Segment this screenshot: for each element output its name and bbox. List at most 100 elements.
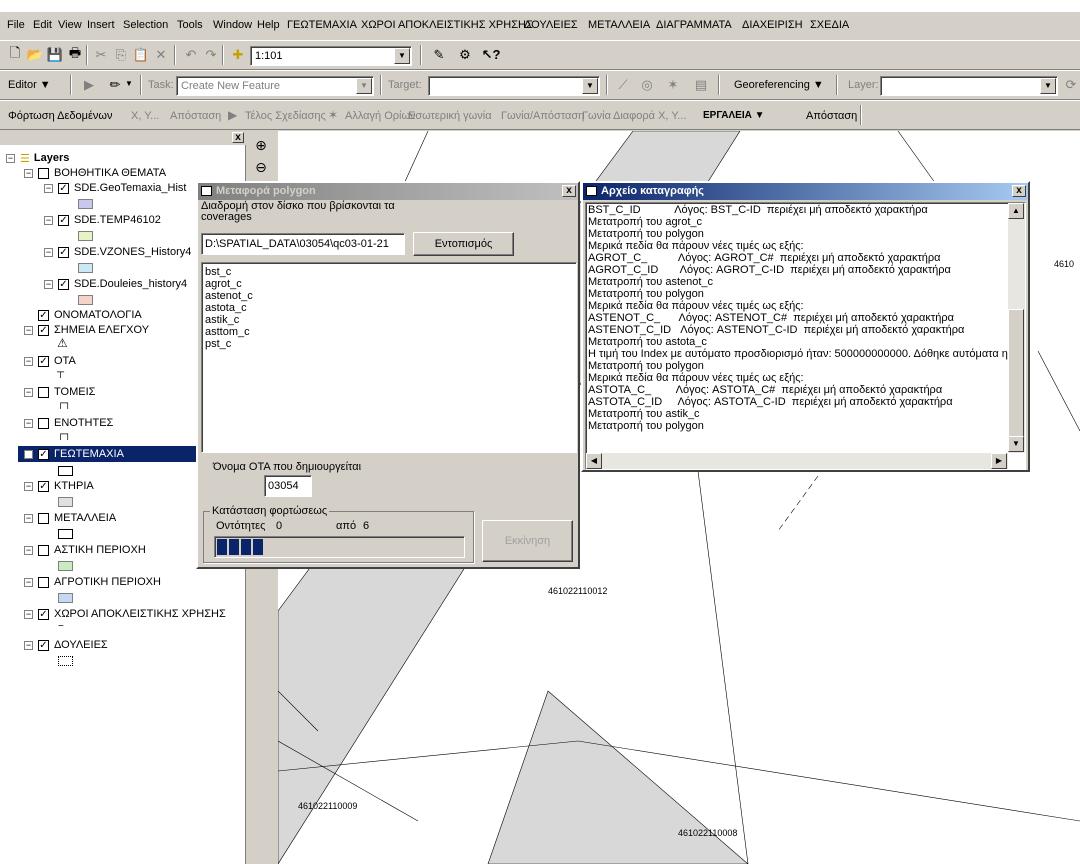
collapse-icon[interactable]: − xyxy=(6,153,15,163)
toc-item-ktiria[interactable]: − ✓ ΚΤΗΡΙΑ xyxy=(24,478,94,494)
toc-item-xoroi[interactable]: − ✓ ΧΩΡΟΙ ΑΠΟΚΛΕΙΣΤΙΚΗΣ ΧΡΗΣΗΣ xyxy=(24,606,226,622)
undo-icon[interactable]: ↶ xyxy=(182,46,200,64)
toc-item-agrotiki-perioxi[interactable]: − ΑΓΡΟΤΙΚΗ ΠΕΡΙΟΧΗ xyxy=(24,574,161,590)
toc-item-vzones[interactable]: − ✓ SDE.VZONES_History4 xyxy=(44,244,191,260)
close-button[interactable]: x xyxy=(562,185,576,197)
layer-combo[interactable]: ▼ xyxy=(880,76,1058,96)
layer-checkbox[interactable] xyxy=(38,576,49,588)
xy-button[interactable]: X, Y... xyxy=(131,110,159,122)
menu-insert[interactable]: Insert xyxy=(87,19,115,31)
layer-checkbox[interactable]: ✓ xyxy=(58,246,69,258)
menu-diagrammata[interactable]: ΔΙΑΓΡΑΜΜΑΤΑ xyxy=(656,19,732,31)
scroll-left-icon[interactable]: ◀ xyxy=(586,453,602,469)
add-data-icon[interactable]: ✚ xyxy=(229,46,247,64)
menu-tools[interactable]: Tools xyxy=(177,19,203,31)
toc-item-astiki-perioxi[interactable]: − ΑΣΤΙΚΗ ΠΕΡΙΟΧΗ xyxy=(24,542,146,558)
menu-window[interactable]: Window xyxy=(213,19,252,31)
collapse-icon[interactable]: − xyxy=(24,418,33,428)
arctoolbox-icon[interactable]: ⚙ xyxy=(456,46,474,64)
toc-item-simeia-elegxou[interactable]: − ✓ ΣΗΜΕΙΑ ΕΛΕΓΧΟΥ xyxy=(24,322,149,338)
layer-checkbox[interactable] xyxy=(38,512,49,524)
edit-tool-icon[interactable]: ▶ xyxy=(80,76,98,94)
layer-checkbox[interactable]: ✓ xyxy=(38,324,49,336)
toc-item-douleies-history[interactable]: − ✓ SDE.Douleies_history4 xyxy=(44,276,187,292)
layer-checkbox[interactable] xyxy=(38,386,49,398)
layer-checkbox[interactable]: ✓ xyxy=(38,448,49,460)
layer-checkbox[interactable]: ✓ xyxy=(58,278,69,290)
sketch-tool-icon[interactable]: ✏ xyxy=(106,76,124,94)
save-icon[interactable]: 💾 xyxy=(46,46,64,64)
dialog-title-bar[interactable]: Μεταφορά polygon x xyxy=(198,183,578,200)
paste-icon[interactable]: 📋 xyxy=(132,46,150,64)
toc-item-temp46102[interactable]: − ✓ SDE.TEMP46102 xyxy=(44,212,161,228)
distance-button[interactable]: Απόσταση xyxy=(170,110,221,122)
collapse-icon[interactable]: − xyxy=(44,247,53,257)
collapse-icon[interactable]: − xyxy=(24,387,33,397)
open-folder-icon[interactable]: 📂 xyxy=(26,46,44,64)
path-input[interactable]: D:\SPATIAL_DATA\03054\qc03-01-21 xyxy=(201,233,405,255)
menu-geotemaxia[interactable]: ΓΕΩΤΕΜΑΧΙΑ xyxy=(287,19,357,31)
map-scale-combo[interactable]: 1:101 ▼ xyxy=(250,46,412,66)
editor-toolbar-icon[interactable]: ✎ xyxy=(430,46,448,64)
layer-checkbox[interactable]: ✓ xyxy=(38,355,49,367)
circle-tool-icon[interactable]: ◎ xyxy=(638,76,656,94)
chevron-down-icon[interactable]: ▼ xyxy=(394,48,410,64)
toc-item-douleies[interactable]: − ✓ ΔΟΥΛΕΙΕΣ xyxy=(24,637,108,653)
cut-icon[interactable]: ✂ xyxy=(92,46,110,64)
collapse-icon[interactable]: − xyxy=(44,183,53,193)
task-combo[interactable]: Create New Feature ▼ xyxy=(176,76,374,96)
list-item[interactable]: asttom_c xyxy=(202,326,576,338)
layer-checkbox[interactable] xyxy=(38,544,49,556)
chevron-down-icon[interactable]: ▼ xyxy=(582,78,598,94)
line-tool-icon[interactable]: ⟋ xyxy=(614,76,632,94)
collapse-icon[interactable]: − xyxy=(24,325,33,335)
list-item[interactable]: bst_c xyxy=(202,266,576,278)
layer-checkbox[interactable]: ✓ xyxy=(38,309,49,321)
change-bounds-button[interactable]: Αλλαγή Ορίων xyxy=(345,110,416,122)
collapse-icon[interactable]: − xyxy=(24,577,33,587)
target-combo[interactable]: ▼ xyxy=(428,76,600,96)
tools-menu[interactable]: ΕΡΓΑΛΕΙΑ ▼ xyxy=(703,110,765,121)
delete-icon[interactable]: ✕ xyxy=(152,46,170,64)
attributes-icon[interactable]: ▤ xyxy=(692,76,710,94)
list-item[interactable]: astota_c xyxy=(202,302,576,314)
zoom-in-icon[interactable]: ⊕ xyxy=(251,137,271,157)
menu-metalleia[interactable]: ΜΕΤΑΛΛΕΙΑ xyxy=(588,19,650,31)
scroll-thumb[interactable] xyxy=(1008,309,1024,447)
start-button[interactable]: Εκκίνηση xyxy=(482,520,573,562)
toc-item-geotemaxia-hist[interactable]: − ✓ SDE.GeoTemaxia_Hist xyxy=(44,180,187,196)
collapse-icon[interactable]: − xyxy=(24,356,33,366)
log-textarea[interactable]: BST_C_ID Λόγος: BST_C-ID περιέχει μή απο… xyxy=(585,202,1026,470)
collapse-icon[interactable]: − xyxy=(24,449,33,459)
layer-checkbox[interactable]: ✓ xyxy=(38,480,49,492)
list-item[interactable]: agrot_c xyxy=(202,278,576,290)
layer-checkbox[interactable]: ✓ xyxy=(38,608,49,620)
toc-item-onomatologia[interactable]: ✓ ΟΝΟΜΑΤΟΛΟΓΙΑ xyxy=(38,307,142,323)
copy-icon[interactable]: ⎘ xyxy=(112,46,130,64)
coverages-list[interactable]: bst_c agrot_c astenot_c astota_c astik_c… xyxy=(201,262,577,453)
vertical-scrollbar[interactable]: ▲ ▼ xyxy=(1008,203,1025,453)
collapse-icon[interactable]: − xyxy=(24,640,33,650)
load-data-button[interactable]: Φόρτωση Δεδομένων xyxy=(8,110,112,122)
editor-menu[interactable]: Editor ▼ xyxy=(8,79,51,91)
horizontal-scrollbar[interactable]: ◀ ▶ xyxy=(586,453,1008,469)
chevron-down-icon[interactable]: ▼ xyxy=(356,78,372,94)
end-drawing-button[interactable]: Τέλος Σχεδίασης xyxy=(245,110,326,122)
print-icon[interactable]: 🖶 xyxy=(66,45,84,64)
collapse-icon[interactable]: − xyxy=(24,481,33,491)
scroll-down-icon[interactable]: ▼ xyxy=(1008,436,1024,452)
collapse-icon[interactable]: − xyxy=(24,545,33,555)
menu-file[interactable]: File xyxy=(7,19,25,31)
angle-button[interactable]: Γωνία xyxy=(582,110,611,122)
layer-checkbox[interactable]: ✓ xyxy=(38,639,49,651)
collapse-icon[interactable]: − xyxy=(44,279,53,289)
toc-item-metalleia[interactable]: − ΜΕΤΑΛΛΕΙΑ xyxy=(24,510,116,526)
list-item[interactable]: astik_c xyxy=(202,314,576,326)
angle-distance-button[interactable]: Γωνία/Απόσταση xyxy=(501,110,584,122)
menu-douleies[interactable]: ΔΟΥΛΕΙΕΣ xyxy=(524,19,578,31)
list-item[interactable]: pst_c xyxy=(202,338,576,350)
whats-this-icon[interactable]: ↖? xyxy=(482,46,501,64)
menu-view[interactable]: View xyxy=(58,19,82,31)
layer-checkbox[interactable]: ✓ xyxy=(58,182,69,194)
dialog-title-bar[interactable]: Αρχείο καταγραφής x xyxy=(583,183,1028,200)
